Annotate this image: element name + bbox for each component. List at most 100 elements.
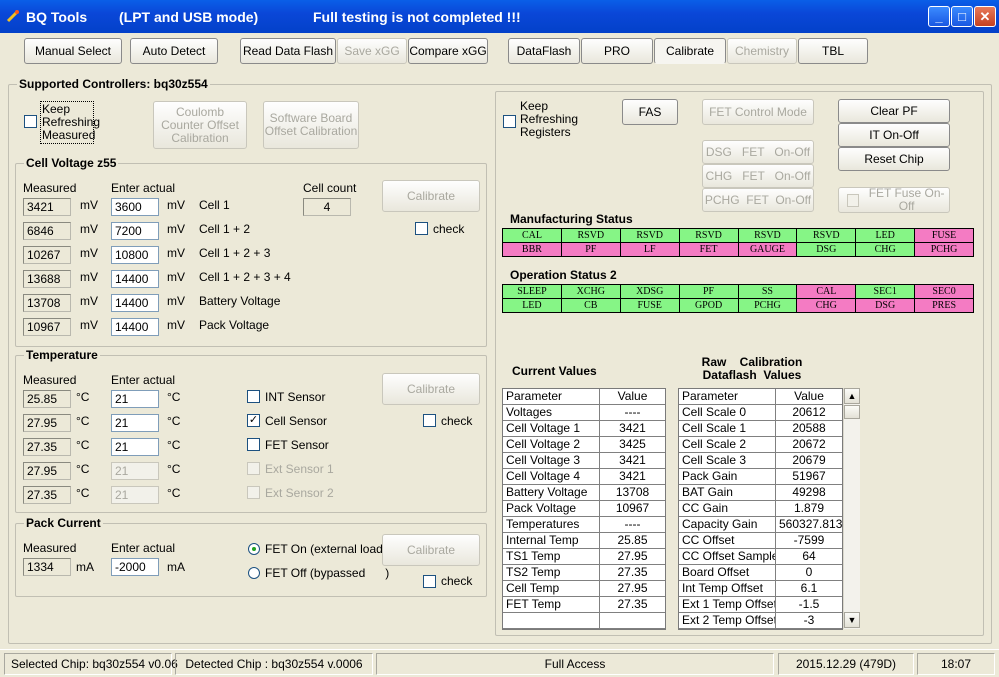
tab-chemistry[interactable]: Chemistry <box>727 38 797 64</box>
fet-fuse-onoff-button[interactable]: FET Fuse On-Off <box>838 187 950 213</box>
chg-fet-button[interactable]: CHG FET On-Off <box>702 164 814 188</box>
temp-actual-input-3[interactable]: 21 <box>111 438 159 456</box>
ext-sensor-2-label: Ext Sensor 2 <box>265 486 334 500</box>
software-board-offset-button[interactable]: Software Board Offset Calibration <box>263 101 359 149</box>
minimize-button[interactable]: _ <box>928 6 950 27</box>
table-row[interactable]: TS2 Temp 27.35 <box>503 565 665 581</box>
cv-calibrate-button[interactable]: Calibrate <box>382 180 480 212</box>
keep-refreshing-registers-label: Keep Refreshing Registers <box>520 99 579 139</box>
table-row[interactable]: Ext 1 Temp Offset -1.5 <box>679 597 842 613</box>
table-row[interactable]: Cell Scale 0 20612 <box>679 405 842 421</box>
scroll-down-icon[interactable]: ▼ <box>844 612 860 628</box>
table-row[interactable]: Ext 2 Temp Offset -3 <box>679 613 842 629</box>
table-row[interactable]: Int Temp Offset 6.1 <box>679 581 842 597</box>
table-row[interactable]: BAT Gain 49298 <box>679 485 842 501</box>
cv-actual-input-6[interactable]: 14400 <box>111 318 159 336</box>
it-onoff-button[interactable]: IT On-Off <box>838 123 950 147</box>
cell-sensor-checkbox[interactable]: ✓ <box>247 414 260 427</box>
parameter-cell <box>503 613 600 628</box>
table-header-row[interactable]: Parameter Value <box>679 389 842 405</box>
temp-measured-5: 27.35 <box>23 486 71 504</box>
current-values-title: Current Values <box>512 364 597 378</box>
table-row[interactable]: Cell Voltage 4 3421 <box>503 469 665 485</box>
table-row[interactable]: Capacity Gain 560327.813 <box>679 517 842 533</box>
table-header-row[interactable]: Parameter Value <box>503 389 665 405</box>
table-row[interactable]: Cell Voltage 3 3421 <box>503 453 665 469</box>
table-row[interactable]: TS1 Temp 27.95 <box>503 549 665 565</box>
table-row[interactable]: Pack Voltage 10967 <box>503 501 665 517</box>
cv-actual-input-1[interactable]: 3600 <box>111 198 159 216</box>
table-row[interactable]: FET Temp 27.35 <box>503 597 665 613</box>
cv-check-checkbox[interactable] <box>415 222 428 235</box>
temp-calibrate-button[interactable]: Calibrate <box>382 373 480 405</box>
table-row[interactable]: Cell Temp 27.95 <box>503 581 665 597</box>
table-row[interactable]: CC Offset -7599 <box>679 533 842 549</box>
table-row[interactable]: Internal Temp 25.85 <box>503 533 665 549</box>
keep-refreshing-registers-checkbox[interactable] <box>503 115 516 128</box>
tab-calibrate[interactable]: Calibrate <box>654 38 726 64</box>
temp-actual-input-1[interactable]: 21 <box>111 390 159 408</box>
cv-actual-input-5[interactable]: 14400 <box>111 294 159 312</box>
table-row[interactable]: Temperatures ---- <box>503 517 665 533</box>
read-data-flash-button[interactable]: Read Data Flash <box>240 38 336 64</box>
reset-chip-button[interactable]: Reset Chip <box>838 147 950 171</box>
pc-calibrate-button[interactable]: Calibrate <box>382 534 480 566</box>
compare-xgg-button[interactable]: Compare xGG <box>408 38 488 64</box>
ext-sensor-1-checkbox[interactable] <box>247 462 260 475</box>
table-row[interactable]: CC Gain 1.879 <box>679 501 842 517</box>
table-row[interactable]: Pack Gain 51967 <box>679 469 842 485</box>
table-row[interactable]: Cell Voltage 2 3425 <box>503 437 665 453</box>
fet-control-mode-button[interactable]: FET Control Mode <box>702 99 814 125</box>
tab-dataflash[interactable]: DataFlash <box>508 38 580 64</box>
save-xgg-button[interactable]: Save xGG <box>337 38 407 64</box>
fet-sensor-checkbox[interactable] <box>247 438 260 451</box>
temp-actual-input-4[interactable]: 21 <box>111 462 159 480</box>
pc-enter-header: Enter actual <box>111 541 176 555</box>
value-cell: -3 <box>803 613 815 627</box>
scroll-up-icon[interactable]: ▲ <box>844 388 860 404</box>
table-row[interactable]: Board Offset 0 <box>679 565 842 581</box>
tab-pro[interactable]: PRO <box>581 38 653 64</box>
cv-actual-input-2[interactable]: 7200 <box>111 222 159 240</box>
table-row[interactable]: Cell Scale 1 20588 <box>679 421 842 437</box>
pchg-fet-button[interactable]: PCHG FET On-Off <box>702 188 814 212</box>
temp-check-checkbox[interactable] <box>423 414 436 427</box>
keep-refreshing-measured-checkbox[interactable] <box>24 115 37 128</box>
clear-pf-button[interactable]: Clear PF <box>838 99 950 123</box>
coulomb-counter-offset-button[interactable]: Coulomb Counter Offset Calibration <box>153 101 247 149</box>
table-row[interactable]: Cell Voltage 1 3421 <box>503 421 665 437</box>
raw-table-scrollbar[interactable]: ▲ ▼ <box>843 388 860 629</box>
parameter-cell: Temperatures <box>503 517 600 532</box>
fet-on-radio[interactable] <box>248 543 260 555</box>
table-row[interactable] <box>503 613 665 629</box>
table-row[interactable]: Battery Voltage 13708 <box>503 485 665 501</box>
cv-actual-unit-3: mV <box>167 246 185 260</box>
close-button[interactable]: ✕ <box>974 6 996 27</box>
manual-select-button[interactable]: Manual Select <box>24 38 122 64</box>
table-row[interactable]: CC Offset Samples 64 <box>679 549 842 565</box>
cv-actual-input-4[interactable]: 14400 <box>111 270 159 288</box>
dsg-fet-button[interactable]: DSG FET On-Off <box>702 140 814 164</box>
table-row[interactable]: Voltages ---- <box>503 405 665 421</box>
table-row[interactable]: Cell Scale 3 20679 <box>679 453 842 469</box>
table-row[interactable]: Cell Scale 2 20672 <box>679 437 842 453</box>
pc-check-checkbox[interactable] <box>423 575 436 588</box>
status-bit: SEC0 <box>915 285 974 299</box>
fas-button[interactable]: FAS <box>622 99 678 125</box>
maximize-button[interactable]: □ <box>951 6 973 27</box>
scroll-thumb[interactable] <box>844 405 860 419</box>
ext-sensor-2-checkbox[interactable] <box>247 486 260 499</box>
temp-measured-4: 27.95 <box>23 462 71 480</box>
cv-measured-6: 10967 <box>23 318 71 336</box>
tab-tbl[interactable]: TBL <box>798 38 868 64</box>
temp-actual-input-5[interactable]: 21 <box>111 486 159 504</box>
temp-actual-input-2[interactable]: 21 <box>111 414 159 432</box>
cell-voltage-title: Cell Voltage z55 <box>24 156 119 170</box>
cv-actual-input-3[interactable]: 10800 <box>111 246 159 264</box>
fet-off-radio[interactable] <box>248 567 260 579</box>
int-sensor-checkbox[interactable] <box>247 390 260 403</box>
fet-fuse-checkbox[interactable] <box>847 193 860 207</box>
pc-actual-input[interactable]: -2000 <box>111 558 159 576</box>
value-cell: 3425 <box>619 437 646 451</box>
auto-detect-button[interactable]: Auto Detect <box>130 38 218 64</box>
